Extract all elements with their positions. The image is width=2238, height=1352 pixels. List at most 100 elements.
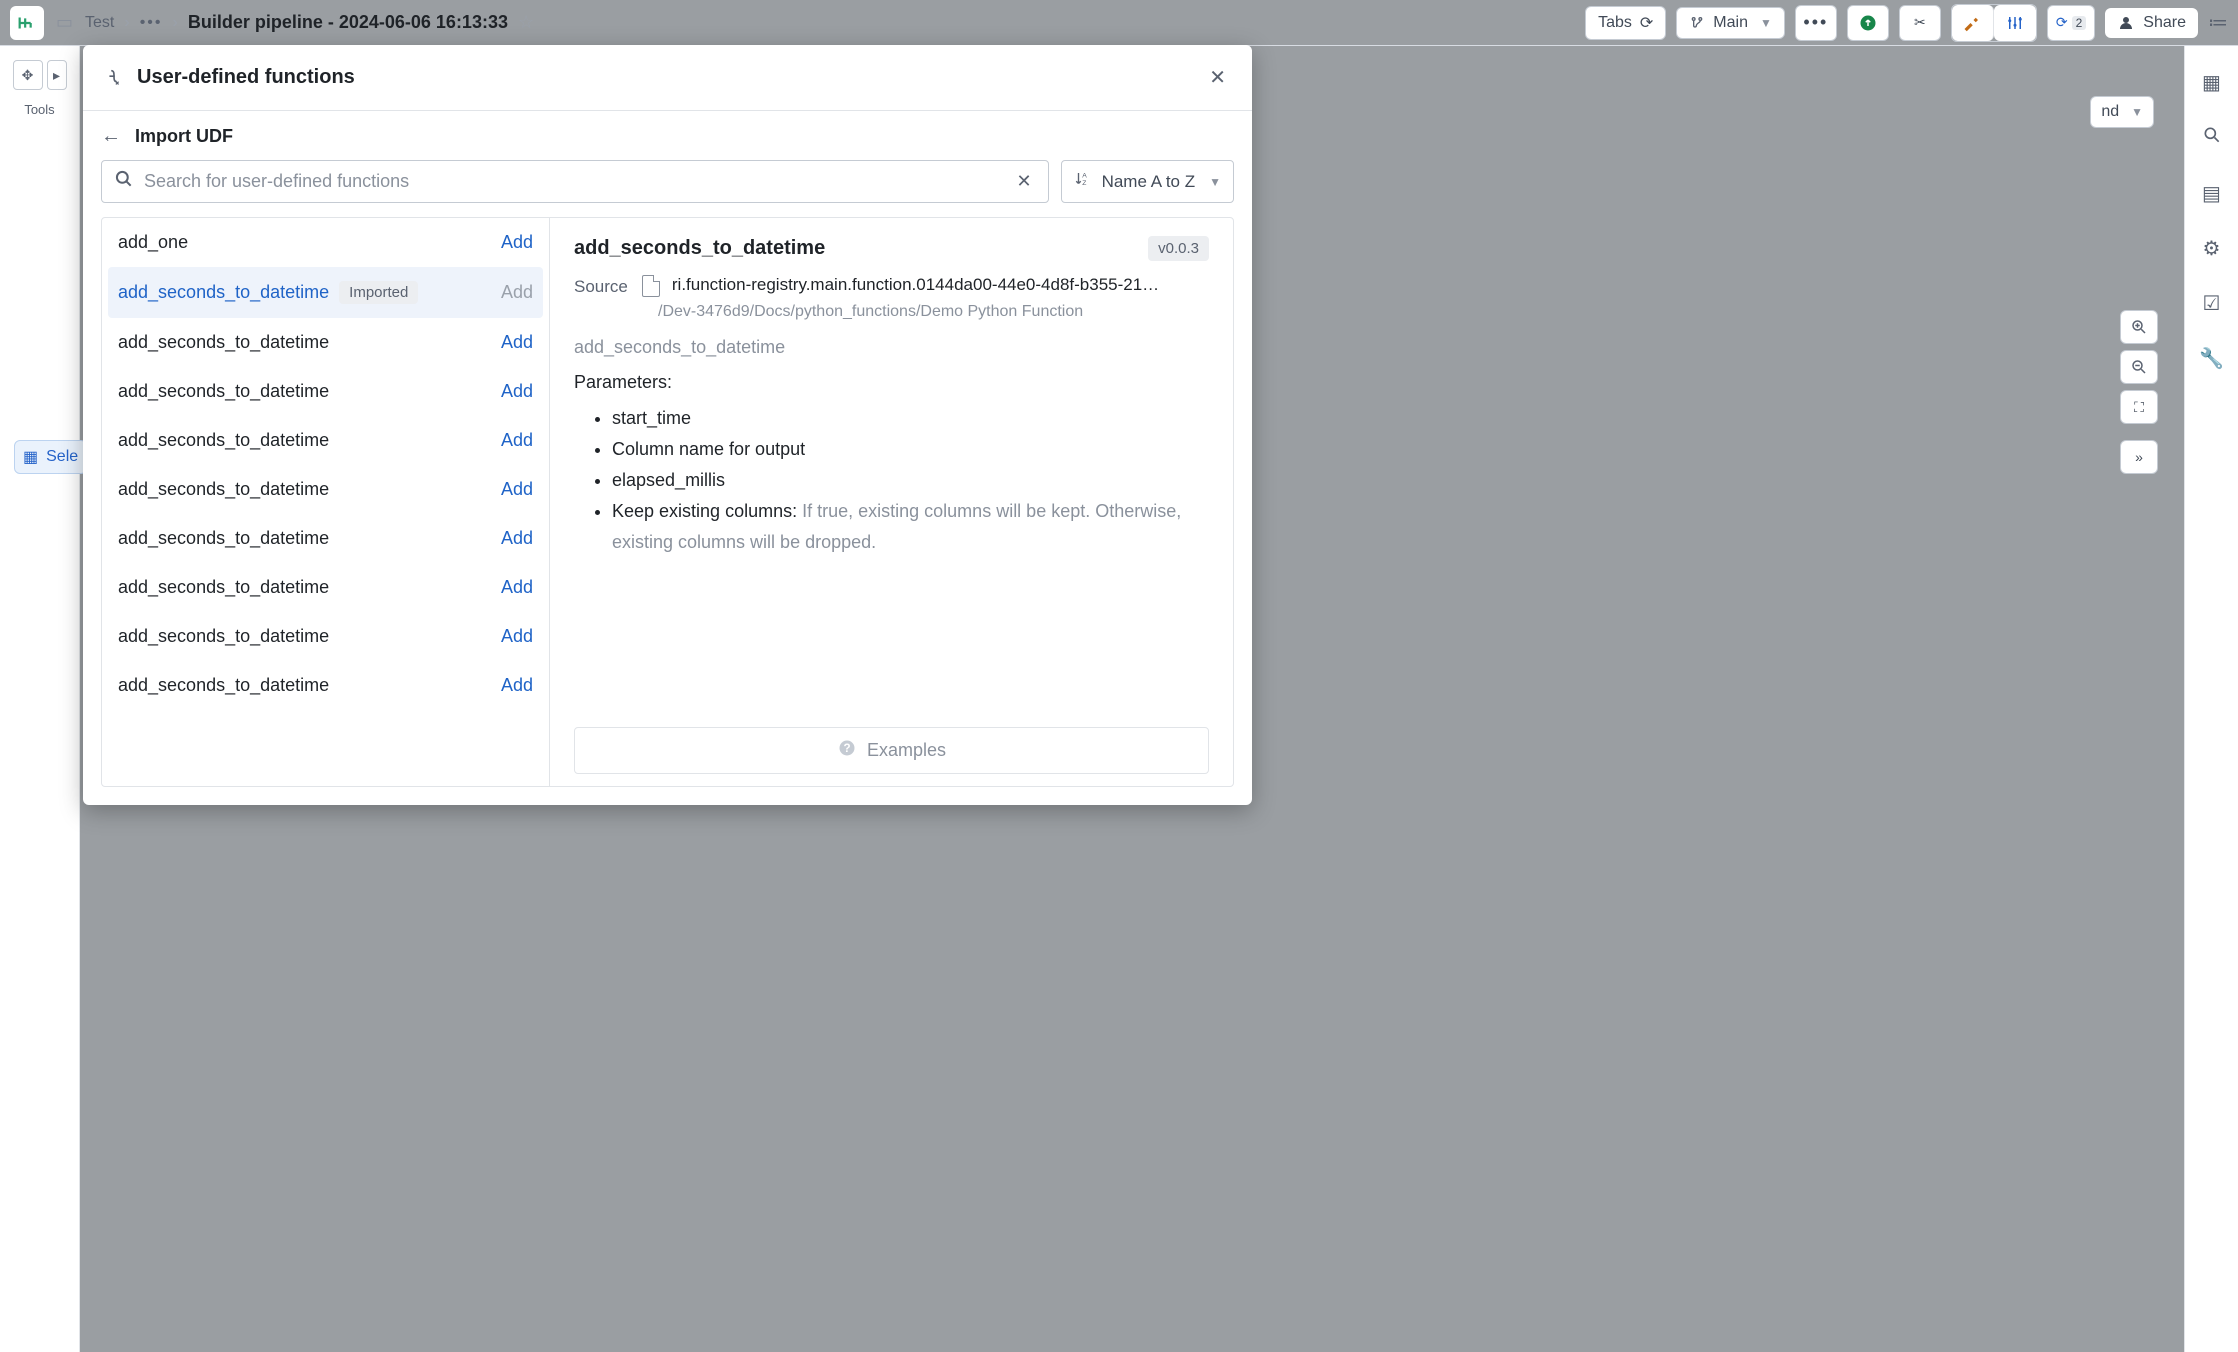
function-list-item[interactable]: add_one Add (102, 218, 549, 267)
breadcrumb-more-icon[interactable]: ••• (140, 14, 163, 32)
function-name: add_seconds_to_datetime (118, 430, 329, 451)
udf-modal: User-defined functions ✕ ← Import UDF ✕ … (83, 45, 1252, 805)
tabs-button[interactable]: Tabs ⟳ (1585, 6, 1666, 40)
function-list[interactable]: add_oneAddadd_seconds_to_datetimeImporte… (102, 218, 550, 786)
breadcrumb-parent[interactable]: Test (85, 14, 114, 32)
select-label: Sele (46, 448, 78, 466)
version-chip: v0.0.3 (1148, 236, 1209, 261)
function-name: add_seconds_to_datetime (118, 332, 329, 353)
function-name: add_seconds_to_datetime (118, 528, 329, 549)
import-title: Import UDF (135, 126, 233, 147)
branch-button[interactable]: Main ▼ (1676, 7, 1785, 39)
function-list-item[interactable]: add_seconds_to_datetime Add (102, 318, 549, 367)
help-icon: ? (837, 738, 857, 763)
function-name: add_one (118, 232, 188, 253)
svg-text:A: A (1082, 173, 1087, 180)
move-icon[interactable]: ✥ (13, 60, 43, 90)
checklist-icon[interactable]: ☑ (2203, 291, 2221, 316)
chevron-right-icon: › (124, 14, 129, 32)
function-list-item[interactable]: add_seconds_to_datetimeImportedAdd (108, 267, 543, 318)
sub-function-name: add_seconds_to_datetime (574, 337, 1209, 358)
sort-label: Name A to Z (1102, 172, 1196, 192)
function-list-item[interactable]: add_seconds_to_datetimeAdd (102, 367, 549, 416)
caret-down-icon: ▼ (1760, 16, 1772, 30)
add-link[interactable]: Add (501, 282, 533, 303)
top-actions: Tabs ⟳ Main ▼ ••• ✂ ⟳ (1585, 4, 2228, 42)
function-list-item[interactable]: add_seconds_to_datetime Add (102, 612, 549, 661)
page-title: Builder pipeline - 2024-06-06 16:13:33 (188, 12, 508, 33)
parameters-heading: Parameters: (574, 372, 1209, 393)
add-link[interactable]: Add (501, 675, 533, 696)
examples-label: Examples (867, 740, 946, 761)
function-list-item[interactable]: add_seconds_to_datetime Add (102, 563, 549, 612)
add-link[interactable]: Add (501, 381, 533, 402)
share-button[interactable]: Share (2105, 8, 2198, 38)
zoom-out-icon[interactable] (2120, 350, 2158, 384)
svg-text:?: ? (843, 742, 850, 755)
examples-button[interactable]: ? Examples (574, 727, 1209, 774)
search-icon (114, 169, 134, 194)
clear-search-icon[interactable]: ✕ (1012, 171, 1035, 192)
function-name: add_seconds_to_datetime (118, 626, 329, 647)
more-icon[interactable]: ••• (1795, 5, 1837, 41)
detail-title: add_seconds_to_datetime (574, 237, 825, 260)
add-link[interactable]: Add (501, 232, 533, 253)
modal-title: User-defined functions (137, 66, 355, 89)
sliders-icon[interactable]: ⚙ (2203, 236, 2221, 261)
add-link[interactable]: Add (501, 430, 533, 451)
panel-icon[interactable]: ▦ (2202, 70, 2221, 95)
parameter-item: elapsed_millis (612, 465, 1209, 496)
add-link[interactable]: Add (501, 479, 533, 500)
star-icon[interactable]: ☆ (518, 12, 534, 33)
add-link[interactable]: Add (501, 626, 533, 647)
source-rid[interactable]: ri.function-registry.main.function.0144d… (672, 275, 1159, 295)
table-icon: ▦ (23, 447, 38, 467)
modal-header: User-defined functions ✕ (83, 45, 1252, 111)
source-path: /Dev-3476d9/Docs/python_functions/Demo P… (658, 303, 1209, 321)
search-icon[interactable] (2202, 125, 2222, 151)
menu-icon[interactable]: ≔ (2208, 10, 2228, 35)
select-button[interactable]: ▦ Sele (14, 440, 87, 474)
source-label: Source (574, 275, 628, 297)
parameter-item: start_time (612, 403, 1209, 434)
parameter-item: Keep existing columns: If true, existing… (612, 496, 1209, 558)
scissors-icon[interactable]: ✂ (1899, 5, 1941, 41)
right-sidebar: ▦ ▤ ⚙ ☑ 🔧 (2184, 46, 2238, 1352)
tabs-label: Tabs (1598, 14, 1632, 32)
refresh-count-button[interactable]: ⟳ 2 (2047, 5, 2095, 41)
function-name: add_seconds_to_datetime (118, 282, 329, 303)
sort-dropdown[interactable]: AZ Name A to Z ▼ (1061, 160, 1234, 203)
function-icon (103, 67, 125, 89)
zoom-in-icon[interactable] (2120, 310, 2158, 344)
back-arrow-icon[interactable]: ← (101, 125, 121, 148)
focus-icon[interactable]: ⛶ (2120, 390, 2158, 424)
add-link[interactable]: Add (501, 332, 533, 353)
function-list-item[interactable]: add_seconds_to_datetime Add (102, 514, 549, 563)
collapse-icon[interactable]: » (2120, 440, 2158, 474)
upload-icon[interactable] (1847, 5, 1889, 41)
app-logo[interactable] (10, 6, 44, 40)
chevron-right-icon: › (173, 14, 178, 32)
tools-label: Tools (24, 102, 54, 117)
function-name: add_seconds_to_datetime (118, 577, 329, 598)
function-list-item[interactable]: add_seconds_to_datetimeAdd (102, 465, 549, 514)
wrench-icon[interactable]: 🔧 (2199, 346, 2224, 371)
file-icon (642, 275, 660, 297)
svg-text:Z: Z (1082, 180, 1086, 187)
refresh-icon: ⟳ (1640, 13, 1653, 33)
refresh-count: 2 (2072, 16, 2087, 30)
sliders-icon[interactable] (1994, 5, 2036, 41)
search-input[interactable] (144, 171, 1002, 192)
calendar-icon[interactable]: ▤ (2202, 181, 2221, 206)
panel-body: add_oneAddadd_seconds_to_datetimeImporte… (101, 217, 1234, 787)
function-list-item[interactable]: add_seconds_to_datetime Add (102, 416, 549, 465)
close-icon[interactable]: ✕ (1203, 61, 1232, 94)
parameter-item: Column name for output (612, 434, 1209, 465)
expand-button[interactable]: nd ▼ (2090, 96, 2154, 128)
hammer-icon[interactable] (1952, 5, 1994, 41)
function-list-item[interactable]: add_seconds_to_datetimeAdd (102, 661, 549, 710)
add-link[interactable]: Add (501, 577, 533, 598)
cursor-icon[interactable]: ▸ (47, 60, 67, 90)
detail-pane: add_seconds_to_datetime v0.0.3 Source ri… (550, 218, 1233, 786)
add-link[interactable]: Add (501, 528, 533, 549)
